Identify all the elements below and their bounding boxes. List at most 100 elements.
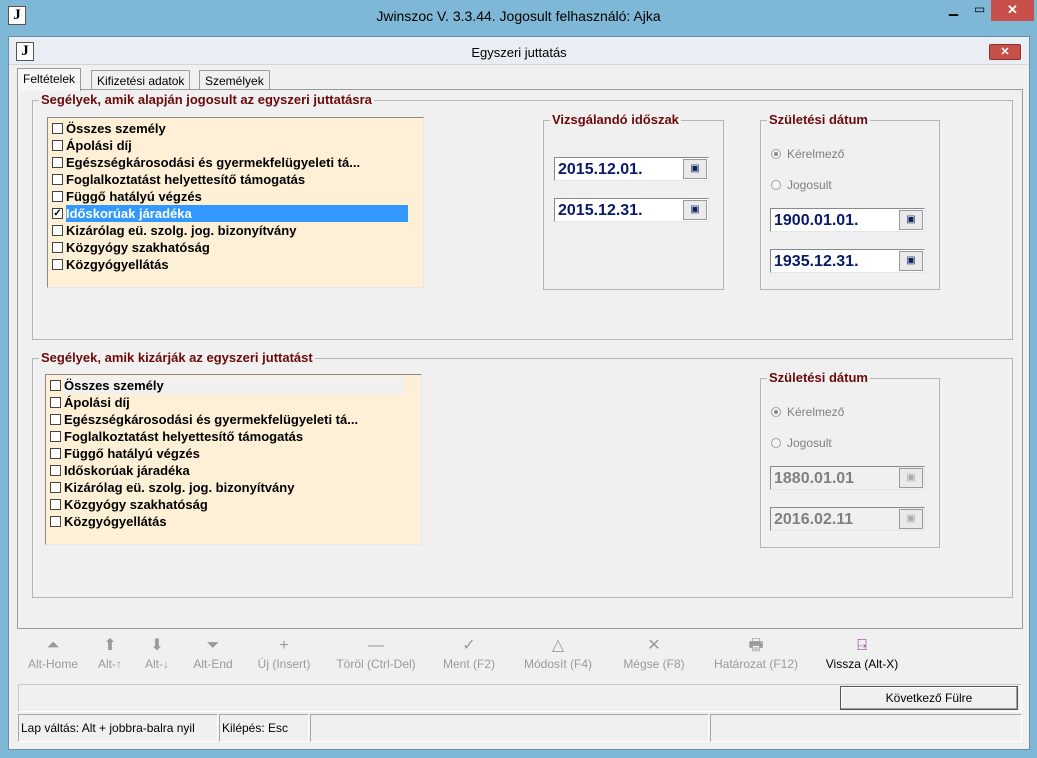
radio-dot[interactable] <box>771 438 781 448</box>
minus-icon: — <box>368 637 384 654</box>
checkbox[interactable] <box>50 414 61 425</box>
list-item-label: Időskorúak járadéka <box>64 463 190 478</box>
status-bar: Lap váltás: Alt + jobbra-balra nyil Kilé… <box>18 714 1022 744</box>
period-legend: Vizsgálandó időszak <box>550 112 681 127</box>
back-button[interactable]: ⍈ Vissza (Alt-X) <box>819 635 905 681</box>
eligible-benefits-list[interactable]: Összes személy Ápolási díj Egészségkáros… <box>47 117 424 288</box>
checkbox[interactable] <box>52 225 63 236</box>
birth-from-value-top: 1900.01.01. <box>774 212 859 229</box>
calendar-icon[interactable]: ▣ <box>683 159 707 179</box>
next-record-button[interactable]: ⬇ Alt-↓ <box>143 635 171 681</box>
toolbar: ⏶ Alt-Home ⬆ Alt-↑ ⬇ Alt-↓ ⏷ Alt-End + Új (In… <box>9 635 1029 681</box>
eligible-benefits-legend: Segélyek, amik alapján jogosult az egysz… <box>39 92 374 107</box>
radio-dot[interactable] <box>771 149 781 159</box>
list-item-label: Függő hatályú végzés <box>66 189 202 204</box>
excluded-benefits-legend: Segélyek, amik kizárják az egyszeri jutt… <box>39 350 315 365</box>
app-close-button[interactable]: ✕ <box>991 0 1034 21</box>
maximize-button[interactable]: ▭ <box>966 0 993 21</box>
list-item-label: Foglalkoztatást helyettesítő támogatás <box>66 172 306 187</box>
checkbox[interactable] <box>50 397 61 408</box>
calendar-icon[interactable]: ▣ <box>683 200 707 220</box>
period-to-value: 2015.12.31. <box>558 202 643 219</box>
radio-applicant-bottom[interactable]: Kérelmező <box>771 405 844 419</box>
birth-date-group-top: Születési dátum Kérelmező Jogosult 1900.… <box>760 112 940 290</box>
next-tab-button[interactable]: Következő Fülre <box>840 686 1018 710</box>
checkbox[interactable] <box>52 259 63 270</box>
birth-date-legend-bottom: Születési dátum <box>767 370 870 385</box>
period-to-field[interactable]: 2015.12.31. ▣ <box>554 198 709 222</box>
period-from-value: 2015.12.01. <box>558 161 643 178</box>
delete-button[interactable]: — Töröl (Ctrl-Del) <box>331 635 421 681</box>
first-record-button[interactable]: ⏶ Alt-Home <box>23 635 83 681</box>
list-item-label: Közgyógyellátás <box>64 514 167 529</box>
new-button[interactable]: + Új (Insert) <box>253 635 315 681</box>
excluded-benefits-list[interactable]: Összes személy Ápolási díj Egészségkáros… <box>45 374 422 545</box>
checkbox[interactable] <box>52 123 63 134</box>
cancel-button[interactable]: ✕ Mégse (F8) <box>619 635 689 681</box>
edit-button[interactable]: △ Módosít (F4) <box>519 635 597 681</box>
radio-applicant-top[interactable]: Kérelmező <box>771 147 844 161</box>
checkbox[interactable] <box>52 191 63 202</box>
checkbox[interactable] <box>52 174 63 185</box>
birth-to-field-top[interactable]: 1935.12.31. ▣ <box>770 249 925 273</box>
checkbox[interactable] <box>50 482 61 493</box>
radio-dot[interactable] <box>771 180 781 190</box>
plus-icon: + <box>279 637 289 654</box>
radio-dot[interactable] <box>771 407 781 417</box>
save-button[interactable]: ✓ Ment (F2) <box>439 635 499 681</box>
checkbox[interactable] <box>50 431 61 442</box>
list-item-label: Kizárólag eü. szolg. jog. bizonyítvány <box>66 223 297 238</box>
status-cell-3 <box>310 714 709 742</box>
save-label: Ment (F2) <box>442 657 495 671</box>
period-from-field[interactable]: 2015.12.01. ▣ <box>554 157 709 181</box>
birth-from-field-top[interactable]: 1900.01.01. ▣ <box>770 208 925 232</box>
tab-panel-feltetelek: Segélyek, amik alapján jogosult az egysz… <box>17 89 1023 629</box>
prev-record-button[interactable]: ⬆ Alt-↑ <box>95 635 125 681</box>
calendar-icon[interactable]: ▣ <box>899 509 923 529</box>
decision-button[interactable]: 🖶 Határozat (F12) <box>709 635 803 681</box>
radio-eligible-bottom[interactable]: Jogosult <box>771 436 832 450</box>
cancel-label: Mégse (F8) <box>623 657 685 671</box>
tab-szemelyek[interactable]: Személyek <box>199 70 270 90</box>
tab-feltetelek[interactable]: Feltételek <box>17 68 82 91</box>
birth-to-field-bottom[interactable]: 2016.02.11 ▣ <box>770 507 925 531</box>
list-item-label: Közgyógy szakhatóság <box>66 240 210 255</box>
dialog-close-button[interactable]: ✕ <box>989 44 1021 60</box>
last-record-button[interactable]: ⏷ Alt-End <box>189 635 237 681</box>
last-record-label: Alt-End <box>193 657 233 671</box>
checkbox[interactable] <box>52 140 63 151</box>
first-record-icon: ⏶ <box>46 637 60 654</box>
calendar-icon[interactable]: ▣ <box>899 210 923 230</box>
checkbox[interactable] <box>50 499 61 510</box>
exit-door-icon: ⍈ <box>857 637 867 654</box>
list-item-label: Közgyógy szakhatóság <box>64 497 208 512</box>
back-label: Vissza (Alt-X) <box>825 657 899 671</box>
birth-from-field-bottom[interactable]: 1880.01.01 ▣ <box>770 466 925 490</box>
birth-date-legend-top: Születési dátum <box>767 112 870 127</box>
radio-eligible-top[interactable]: Jogosult <box>771 178 832 192</box>
checkbox[interactable] <box>50 380 61 391</box>
checkbox[interactable]: ✓ <box>52 208 63 219</box>
checkbox[interactable] <box>52 242 63 253</box>
checkbox[interactable] <box>50 465 61 476</box>
calendar-icon[interactable]: ▣ <box>899 468 923 488</box>
status-hint: Lap váltás: Alt + jobbra-balra nyil <box>18 714 218 742</box>
tab-kifizetesi-adatok[interactable]: Kifizetési adatok <box>91 70 191 90</box>
radio-eligible-label: Jogosult <box>787 436 832 450</box>
calendar-icon[interactable]: ▣ <box>899 251 923 271</box>
first-record-label: Alt-Home <box>27 657 78 671</box>
list-item-label: Összes személy <box>66 121 166 136</box>
cross-icon: ✕ <box>647 637 661 654</box>
list-item-label: Egészségkárosodási és gyermekfelügyeleti… <box>66 155 361 170</box>
list-item-label: Kizárólag eü. szolg. jog. bizonyítvány <box>64 480 295 495</box>
minimize-button[interactable]: ▁ <box>940 0 967 21</box>
checkbox[interactable] <box>52 157 63 168</box>
dialog-title-bar: J Egyszeri juttatás ✕ <box>9 37 1029 65</box>
birth-to-value-bottom: 2016.02.11 <box>774 511 854 528</box>
app-window-title: Jwinszoc V. 3.3.44. Jogosult felhasználó… <box>376 8 661 24</box>
list-item-label: Egészségkárosodási és gyermekfelügyeleti… <box>64 412 359 427</box>
birth-from-value-bottom: 1880.01.01 <box>774 470 855 487</box>
arrow-up-icon: ⬆ <box>103 637 117 654</box>
checkbox[interactable] <box>50 516 61 527</box>
checkbox[interactable] <box>50 448 61 459</box>
